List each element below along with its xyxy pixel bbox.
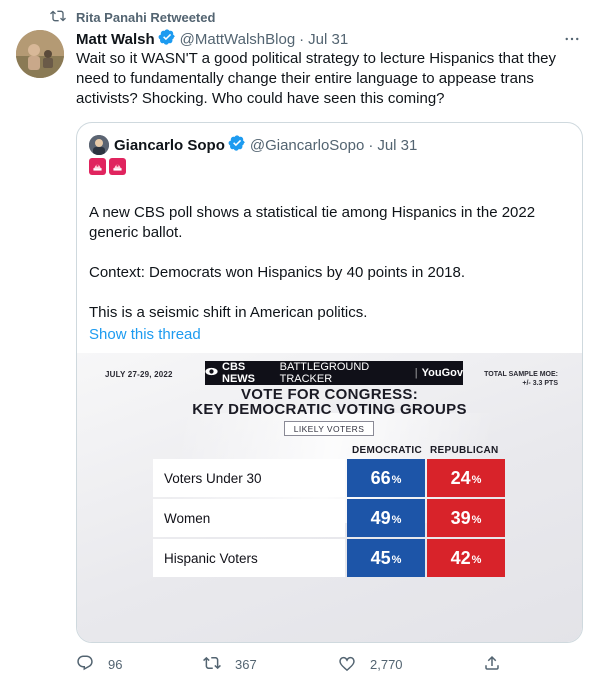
- brand-cbs: CBS NEWS: [222, 361, 255, 385]
- poll-row: Voters Under 30 66% 24%: [153, 459, 505, 497]
- quote-paragraph: A new CBS poll shows a statistical tie a…: [89, 204, 536, 241]
- percent-sign: %: [391, 514, 402, 526]
- like-count: 2,770: [370, 656, 403, 672]
- tweet-action-bar: 96 367 2,770: [76, 653, 583, 675]
- poll-title-line: KEY DEMOCRATIC VOTING GROUPS: [192, 401, 467, 418]
- quote-paragraph: Context: Democrats won Hispanics by 40 p…: [89, 264, 466, 281]
- quote-author-name: Giancarlo Sopo: [114, 136, 225, 154]
- cbs-eye-icon: [205, 367, 218, 379]
- quote-author-avatar: [89, 135, 109, 155]
- poll-subtitle: LIKELY VOTERS: [284, 421, 374, 436]
- row-label: Women: [153, 499, 345, 537]
- emoji-row: [89, 158, 126, 175]
- poll-brand-bar: CBS NEWS BATTLEGROUND TRACKER | YouGov: [205, 361, 463, 385]
- more-icon: [565, 37, 579, 41]
- value-number: 24: [450, 467, 471, 488]
- reply-button[interactable]: 96: [76, 653, 122, 675]
- retweet-icon: [50, 8, 66, 27]
- brand-separator: |: [414, 367, 418, 379]
- meta-separator: ·: [299, 30, 305, 48]
- retweeted-by-bar[interactable]: Rita Panahi Retweeted: [50, 8, 215, 26]
- retweet-button[interactable]: 367: [203, 653, 257, 675]
- quote-paragraph: This is a seismic shift in American poli…: [89, 304, 368, 321]
- percent-sign: %: [471, 514, 482, 526]
- poll-moe: TOTAL SAMPLE MOE: +/- 3.3 PTS: [468, 370, 558, 388]
- percent-sign: %: [471, 474, 482, 486]
- value-number: 49: [370, 507, 391, 528]
- author-avatar[interactable]: [16, 30, 64, 78]
- row-label: Hispanic Voters: [153, 539, 345, 577]
- moe-label: TOTAL SAMPLE MOE:: [484, 371, 558, 378]
- quote-meta-separator: ·: [368, 136, 374, 154]
- reply-count: 96: [108, 656, 123, 672]
- poll-row: Hispanic Voters 45% 42%: [153, 539, 505, 577]
- author-name[interactable]: Matt Walsh: [76, 31, 155, 48]
- column-header-republican: REPUBLICAN: [430, 445, 499, 456]
- value-number: 66: [370, 467, 391, 488]
- quoted-tweet-card[interactable]: Giancarlo Sopo @GiancarloSopo · Jul 31 A…: [76, 122, 583, 643]
- quote-date: Jul 31: [377, 136, 418, 154]
- democratic-value: 66%: [347, 459, 425, 497]
- reply-icon: [76, 654, 94, 675]
- value-number: 42: [450, 547, 471, 568]
- quote-author-handle: @GiancarloSopo: [249, 136, 365, 154]
- tweet-text: Wait so it WASN'T a good political strat…: [76, 50, 557, 107]
- police-light-icon: [89, 158, 106, 175]
- police-light-icon: [109, 158, 126, 175]
- poll-row: Women 49% 39%: [153, 499, 505, 537]
- tweet-date[interactable]: Jul 31: [308, 31, 348, 48]
- column-header-democratic: DEMOCRATIC: [352, 445, 423, 456]
- percent-sign: %: [391, 554, 402, 566]
- republican-value: 39%: [427, 499, 505, 537]
- quote-header: Giancarlo Sopo @GiancarloSopo · Jul 31: [89, 135, 417, 155]
- poll-graphic[interactable]: JULY 27-29, 2022 CBS NEWS BATTLEGROUND T…: [77, 353, 582, 642]
- percent-sign: %: [471, 554, 482, 566]
- poll-title: VOTE FOR CONGRESS: KEY DEMOCRATIC VOTING…: [77, 387, 582, 417]
- quote-text: A new CBS poll shows a statistical tie a…: [89, 203, 573, 323]
- republican-value: 42%: [427, 539, 505, 577]
- brand-tracker: BATTLEGROUND TRACKER: [279, 361, 370, 385]
- show-thread-link[interactable]: Show this thread: [89, 326, 201, 343]
- share-icon: [483, 654, 501, 675]
- retweet-count: 367: [235, 656, 257, 672]
- democratic-value: 49%: [347, 499, 425, 537]
- democratic-value: 45%: [347, 539, 425, 577]
- tweet-header: Matt Walsh @MattWalshBlog · Jul 31: [76, 29, 582, 49]
- heart-icon: [338, 654, 356, 675]
- row-label: Voters Under 30: [153, 459, 345, 497]
- more-options-button[interactable]: [562, 29, 582, 49]
- poll-date: JULY 27-29, 2022: [105, 370, 173, 379]
- poll-title-line: VOTE FOR CONGRESS:: [240, 386, 419, 403]
- retweet-icon: [203, 654, 221, 675]
- author-handle[interactable]: @MattWalshBlog: [180, 31, 296, 48]
- value-number: 45: [370, 547, 391, 568]
- verified-badge-icon: [225, 134, 250, 156]
- share-button[interactable]: [483, 653, 501, 675]
- like-button[interactable]: 2,770: [338, 653, 403, 675]
- brand-yougov: YouGov: [421, 367, 463, 379]
- retweeted-by-text: Rita Panahi Retweeted: [76, 9, 216, 25]
- republican-value: 24%: [427, 459, 505, 497]
- value-number: 39: [450, 507, 471, 528]
- verified-badge-icon: [155, 28, 180, 50]
- percent-sign: %: [391, 474, 402, 486]
